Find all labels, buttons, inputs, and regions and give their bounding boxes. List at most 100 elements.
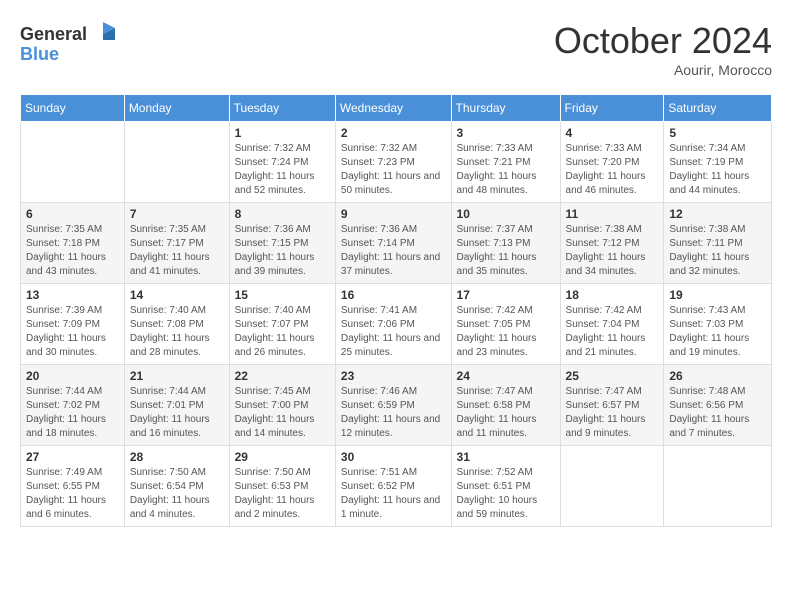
calendar-cell: 12 Sunrise: 7:38 AMSunset: 7:11 PMDayligh… [664,203,772,284]
title-area: October 2024 Aourir, Morocco [554,20,772,78]
day-number: 5 [669,126,766,140]
calendar-week-row: 20 Sunrise: 7:44 AMSunset: 7:02 PMDayligh… [21,365,772,446]
day-number: 4 [566,126,659,140]
calendar-cell: 25 Sunrise: 7:47 AMSunset: 6:57 PMDayligh… [560,365,664,446]
day-number: 6 [26,207,119,221]
calendar-cell: 3 Sunrise: 7:33 AMSunset: 7:21 PMDaylight… [451,122,560,203]
calendar-cell: 31 Sunrise: 7:52 AMSunset: 6:51 PMDayligh… [451,446,560,527]
calendar-cell: 1Sunrise: 7:32 AMSunset: 7:24 PMDaylight… [229,122,335,203]
calendar-table: SundayMondayTuesdayWednesdayThursdayFrid… [20,94,772,527]
calendar-cell: 5Sunrise: 7:34 AMSunset: 7:19 PMDaylight… [664,122,772,203]
day-info: Sunrise: 7:51 AMSunset: 6:52 PMDaylight:… [341,466,446,522]
calendar-cell: 30Sunrise: 7:51 AMSunset: 6:52 PMDayligh… [335,446,451,527]
day-info: Sunrise: 7:44 AMSunset: 7:02 PMDaylight:… [26,385,119,441]
day-info: Sunrise: 7:33 AMSunset: 7:21 PMDaylight:… [457,142,555,198]
day-number: 22 [235,369,330,383]
month-title: October 2024 [554,20,772,62]
calendar-cell: 28 Sunrise: 7:50 AMSunset: 6:54 PMDayligh… [124,446,229,527]
day-info: Sunrise: 7:37 AMSunset: 7:13 PMDaylight:… [457,223,555,279]
day-info: Sunrise: 7:47 AMSunset: 6:57 PMDaylight:… [566,385,659,441]
calendar-cell: 8Sunrise: 7:36 AMSunset: 7:15 PMDaylight… [229,203,335,284]
calendar-cell: 10 Sunrise: 7:37 AMSunset: 7:13 PMDayligh… [451,203,560,284]
day-number: 18 [566,288,659,302]
day-info: Sunrise: 7:44 AMSunset: 7:01 PMDaylight:… [130,385,224,441]
calendar-cell: 4 Sunrise: 7:33 AMSunset: 7:20 PMDaylight… [560,122,664,203]
calendar-cell: 23Sunrise: 7:46 AMSunset: 6:59 PMDayligh… [335,365,451,446]
logo: General Blue [20,20,117,65]
day-number: 23 [341,369,446,383]
weekday-header-sunday: Sunday [21,95,125,122]
weekday-header-saturday: Saturday [664,95,772,122]
logo-text-general: General [20,24,87,45]
calendar-cell: 26 Sunrise: 7:48 AMSunset: 6:56 PMDayligh… [664,365,772,446]
day-info: Sunrise: 7:52 AMSunset: 6:51 PMDaylight:… [457,466,555,522]
day-number: 14 [130,288,224,302]
calendar-cell: 21 Sunrise: 7:44 AMSunset: 7:01 PMDayligh… [124,365,229,446]
day-info: Sunrise: 7:43 AMSunset: 7:03 PMDaylight:… [669,304,766,360]
day-number: 7 [130,207,224,221]
logo-flag-icon [89,20,117,48]
day-info: Sunrise: 7:32 AMSunset: 7:24 PMDaylight:… [235,142,330,198]
weekday-header-row: SundayMondayTuesdayWednesdayThursdayFrid… [21,95,772,122]
page-header: General Blue October 2024 Aourir, Morocc… [20,20,772,78]
day-number: 13 [26,288,119,302]
day-number: 8 [235,207,330,221]
calendar-cell [664,446,772,527]
day-number: 28 [130,450,224,464]
calendar-cell: 15 Sunrise: 7:40 AMSunset: 7:07 PMDayligh… [229,284,335,365]
day-number: 19 [669,288,766,302]
calendar-cell: 29Sunrise: 7:50 AMSunset: 6:53 PMDayligh… [229,446,335,527]
day-number: 12 [669,207,766,221]
day-number: 3 [457,126,555,140]
day-number: 10 [457,207,555,221]
day-number: 17 [457,288,555,302]
calendar-cell: 7 Sunrise: 7:35 AMSunset: 7:17 PMDaylight… [124,203,229,284]
day-number: 15 [235,288,330,302]
day-info: Sunrise: 7:33 AMSunset: 7:20 PMDaylight:… [566,142,659,198]
day-info: Sunrise: 7:45 AMSunset: 7:00 PMDaylight:… [235,385,330,441]
day-info: Sunrise: 7:41 AMSunset: 7:06 PMDaylight:… [341,304,446,360]
calendar-cell: 27Sunrise: 7:49 AMSunset: 6:55 PMDayligh… [21,446,125,527]
day-info: Sunrise: 7:38 AMSunset: 7:11 PMDaylight:… [669,223,766,279]
calendar-cell: 24Sunrise: 7:47 AMSunset: 6:58 PMDayligh… [451,365,560,446]
calendar-cell: 16 Sunrise: 7:41 AMSunset: 7:06 PMDayligh… [335,284,451,365]
calendar-cell [124,122,229,203]
day-info: Sunrise: 7:40 AMSunset: 7:07 PMDaylight:… [235,304,330,360]
day-info: Sunrise: 7:35 AMSunset: 7:17 PMDaylight:… [130,223,224,279]
calendar-cell: 22 Sunrise: 7:45 AMSunset: 7:00 PMDayligh… [229,365,335,446]
logo-text-blue: Blue [20,44,59,65]
location: Aourir, Morocco [554,62,772,78]
day-number: 21 [130,369,224,383]
calendar-week-row: 27Sunrise: 7:49 AMSunset: 6:55 PMDayligh… [21,446,772,527]
day-number: 31 [457,450,555,464]
day-number: 16 [341,288,446,302]
calendar-cell: 17Sunrise: 7:42 AMSunset: 7:05 PMDayligh… [451,284,560,365]
calendar-cell: 18Sunrise: 7:42 AMSunset: 7:04 PMDayligh… [560,284,664,365]
day-number: 29 [235,450,330,464]
weekday-header-tuesday: Tuesday [229,95,335,122]
day-number: 11 [566,207,659,221]
calendar-week-row: 1Sunrise: 7:32 AMSunset: 7:24 PMDaylight… [21,122,772,203]
weekday-header-wednesday: Wednesday [335,95,451,122]
calendar-cell [21,122,125,203]
day-info: Sunrise: 7:50 AMSunset: 6:54 PMDaylight:… [130,466,224,522]
calendar-cell: 11Sunrise: 7:38 AMSunset: 7:12 PMDayligh… [560,203,664,284]
day-info: Sunrise: 7:35 AMSunset: 7:18 PMDaylight:… [26,223,119,279]
calendar-cell [560,446,664,527]
day-number: 26 [669,369,766,383]
weekday-header-monday: Monday [124,95,229,122]
day-number: 25 [566,369,659,383]
calendar-cell: 14Sunrise: 7:40 AMSunset: 7:08 PMDayligh… [124,284,229,365]
day-info: Sunrise: 7:48 AMSunset: 6:56 PMDaylight:… [669,385,766,441]
calendar-cell: 13 Sunrise: 7:39 AMSunset: 7:09 PMDayligh… [21,284,125,365]
day-number: 20 [26,369,119,383]
calendar-week-row: 13 Sunrise: 7:39 AMSunset: 7:09 PMDayligh… [21,284,772,365]
day-info: Sunrise: 7:39 AMSunset: 7:09 PMDaylight:… [26,304,119,360]
calendar-cell: 20 Sunrise: 7:44 AMSunset: 7:02 PMDayligh… [21,365,125,446]
day-number: 2 [341,126,446,140]
calendar-cell: 9Sunrise: 7:36 AMSunset: 7:14 PMDaylight… [335,203,451,284]
day-info: Sunrise: 7:47 AMSunset: 6:58 PMDaylight:… [457,385,555,441]
day-info: Sunrise: 7:32 AMSunset: 7:23 PMDaylight:… [341,142,446,198]
day-number: 9 [341,207,446,221]
weekday-header-friday: Friday [560,95,664,122]
